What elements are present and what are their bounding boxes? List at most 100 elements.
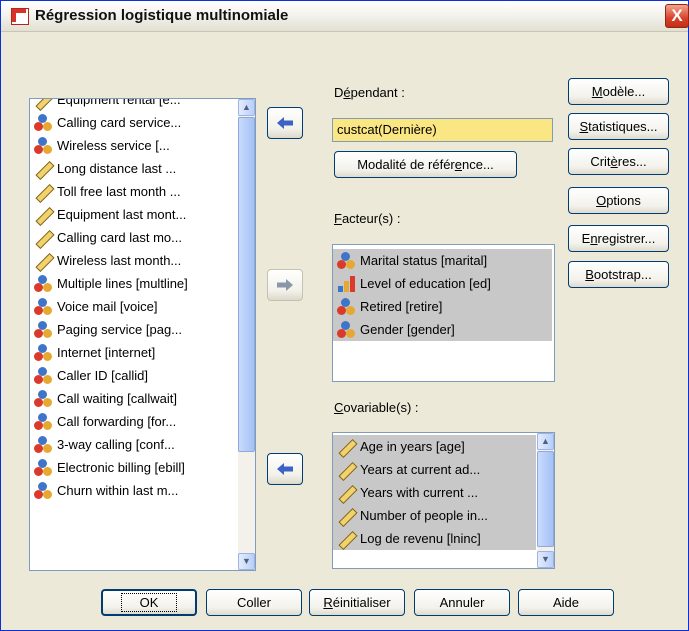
list-item[interactable]: Paging service [pag...: [30, 318, 237, 341]
scroll-thumb[interactable]: [537, 451, 554, 547]
scroll-up-button[interactable]: ▲: [238, 99, 255, 116]
dependent-field[interactable]: custcat(Dernière): [332, 118, 553, 142]
help-button[interactable]: Aide: [518, 589, 614, 616]
scale-variable-icon: [337, 484, 358, 504]
scale-variable-icon: [34, 229, 55, 249]
list-item-label: Years at current ad...: [360, 462, 481, 477]
save-button[interactable]: Enregistrer...: [568, 225, 669, 252]
list-item-label: Paging service [pag...: [57, 322, 183, 337]
scroll-thumb[interactable]: [238, 117, 255, 452]
list-item-label: Gender [gender]: [360, 322, 455, 337]
list-item[interactable]: Gender [gender]: [333, 318, 552, 341]
nominal-variable-icon: [34, 274, 52, 293]
statistics-button[interactable]: Statistiques...: [568, 113, 669, 140]
arrow-right-icon: [277, 279, 293, 291]
list-item[interactable]: Wireless service [...: [30, 134, 237, 157]
criteria-button[interactable]: Critères...: [568, 148, 669, 175]
list-item[interactable]: Retired [retire]: [333, 295, 552, 318]
scale-variable-icon: [34, 183, 55, 203]
source-variable-list[interactable]: Equipment rental [e... Calling card servi…: [29, 98, 256, 571]
covariates-scrollbar[interactable]: ▲ ▼: [537, 433, 554, 568]
cancel-button[interactable]: Annuler: [414, 589, 510, 616]
bootstrap-button[interactable]: Bootstrap...: [568, 261, 669, 288]
nominal-variable-icon: [34, 389, 52, 408]
list-item-label: Equipment rental [e...: [57, 98, 181, 107]
list-item[interactable]: Voice mail [voice]: [30, 295, 237, 318]
nominal-variable-icon: [337, 320, 355, 339]
arrow-left-icon: [277, 117, 293, 129]
list-item-label: Call forwarding [for...: [57, 414, 177, 429]
move-to-factors-button[interactable]: [267, 269, 303, 301]
list-item[interactable]: Internet [internet]: [30, 341, 237, 364]
list-item[interactable]: Level of education [ed]: [333, 272, 552, 295]
list-item-label: Multiple lines [multline]: [57, 276, 188, 291]
list-item[interactable]: Years with current ...: [333, 481, 536, 504]
list-item[interactable]: Age in years [age]: [333, 435, 536, 458]
nominal-variable-icon: [34, 481, 52, 500]
scroll-up-button[interactable]: ▲: [537, 433, 554, 450]
dependent-label: Dépendant :: [334, 85, 405, 100]
list-item-label: Call waiting [callwait]: [57, 391, 177, 406]
list-item[interactable]: Toll free last month ...: [30, 180, 237, 203]
nominal-variable-icon: [34, 366, 52, 385]
list-item[interactable]: Marital status [marital]: [333, 249, 552, 272]
scroll-down-button[interactable]: ▼: [238, 553, 255, 570]
list-item-label: Wireless service [...: [57, 138, 170, 153]
list-item-label: Long distance last ...: [57, 161, 177, 176]
nominal-variable-icon: [34, 320, 52, 339]
ok-button[interactable]: OK: [101, 589, 197, 616]
covariates-list[interactable]: Age in years [age] Years at current ad...…: [332, 432, 555, 569]
paste-button[interactable]: Coller: [206, 589, 302, 616]
list-item[interactable]: Number of people in...: [333, 504, 536, 527]
list-item[interactable]: Log de revenu [lninc]: [333, 527, 536, 550]
list-item[interactable]: Wireless last month...: [30, 249, 237, 272]
list-item[interactable]: Electronic billing [ebill]: [30, 456, 237, 479]
list-item-label: Log de revenu [lninc]: [360, 531, 481, 546]
list-item-label: Caller ID [callid]: [57, 368, 149, 383]
factors-label: Facteur(s) :: [334, 211, 401, 226]
nominal-variable-icon: [34, 136, 52, 155]
source-list-scrollbar[interactable]: ▲ ▼: [238, 99, 255, 570]
reference-category-button[interactable]: Modalité de référence...: [334, 151, 517, 178]
move-to-dependent-button[interactable]: [267, 107, 303, 139]
data-grid-icon: [11, 8, 29, 25]
window-title: Régression logistique multinomiale: [35, 7, 289, 24]
scroll-down-button[interactable]: ▼: [537, 551, 554, 568]
list-item-label: Wireless last month...: [57, 253, 182, 268]
options-button[interactable]: Options: [568, 187, 669, 214]
scale-variable-icon: [34, 252, 55, 272]
list-item-label: Electronic billing [ebill]: [57, 460, 185, 475]
list-item[interactable]: Multiple lines [multline]: [30, 272, 237, 295]
title-bar[interactable]: Régression logistique multinomiale X: [1, 1, 689, 32]
list-item[interactable]: 3-way calling [conf...: [30, 433, 237, 456]
list-item-label: Toll free last month ...: [57, 184, 181, 199]
nominal-variable-icon: [34, 412, 52, 431]
list-item-label: Age in years [age]: [360, 439, 465, 454]
list-item[interactable]: Caller ID [callid]: [30, 364, 237, 387]
model-button[interactable]: Modèle...: [568, 78, 669, 105]
list-item[interactable]: Calling card service...: [30, 111, 237, 134]
list-item[interactable]: Equipment rental [e...: [30, 98, 237, 111]
nominal-variable-icon: [337, 251, 355, 270]
scale-variable-icon: [34, 206, 55, 226]
ordinal-variable-icon: [337, 275, 355, 293]
list-item[interactable]: Churn within last m...: [30, 479, 237, 502]
source-variable-items: Equipment rental [e... Calling card servi…: [30, 98, 237, 502]
list-item[interactable]: Equipment last mont...: [30, 203, 237, 226]
reset-button[interactable]: Réinitialiser: [309, 589, 405, 616]
list-item-label: Calling card last mo...: [57, 230, 182, 245]
scale-variable-icon: [337, 530, 358, 550]
nominal-variable-icon: [337, 297, 355, 316]
list-item[interactable]: Call waiting [callwait]: [30, 387, 237, 410]
close-button[interactable]: X: [665, 4, 689, 28]
nominal-variable-icon: [34, 343, 52, 362]
list-item[interactable]: Call forwarding [for...: [30, 410, 237, 433]
covariates-items: Age in years [age] Years at current ad...…: [333, 435, 536, 550]
move-to-covariates-button[interactable]: [267, 453, 303, 485]
nominal-variable-icon: [34, 113, 52, 132]
list-item-label: Calling card service...: [57, 115, 182, 130]
list-item[interactable]: Calling card last mo...: [30, 226, 237, 249]
list-item[interactable]: Long distance last ...: [30, 157, 237, 180]
factors-list[interactable]: Marital status [marital] Level of educati…: [332, 244, 555, 382]
list-item[interactable]: Years at current ad...: [333, 458, 536, 481]
